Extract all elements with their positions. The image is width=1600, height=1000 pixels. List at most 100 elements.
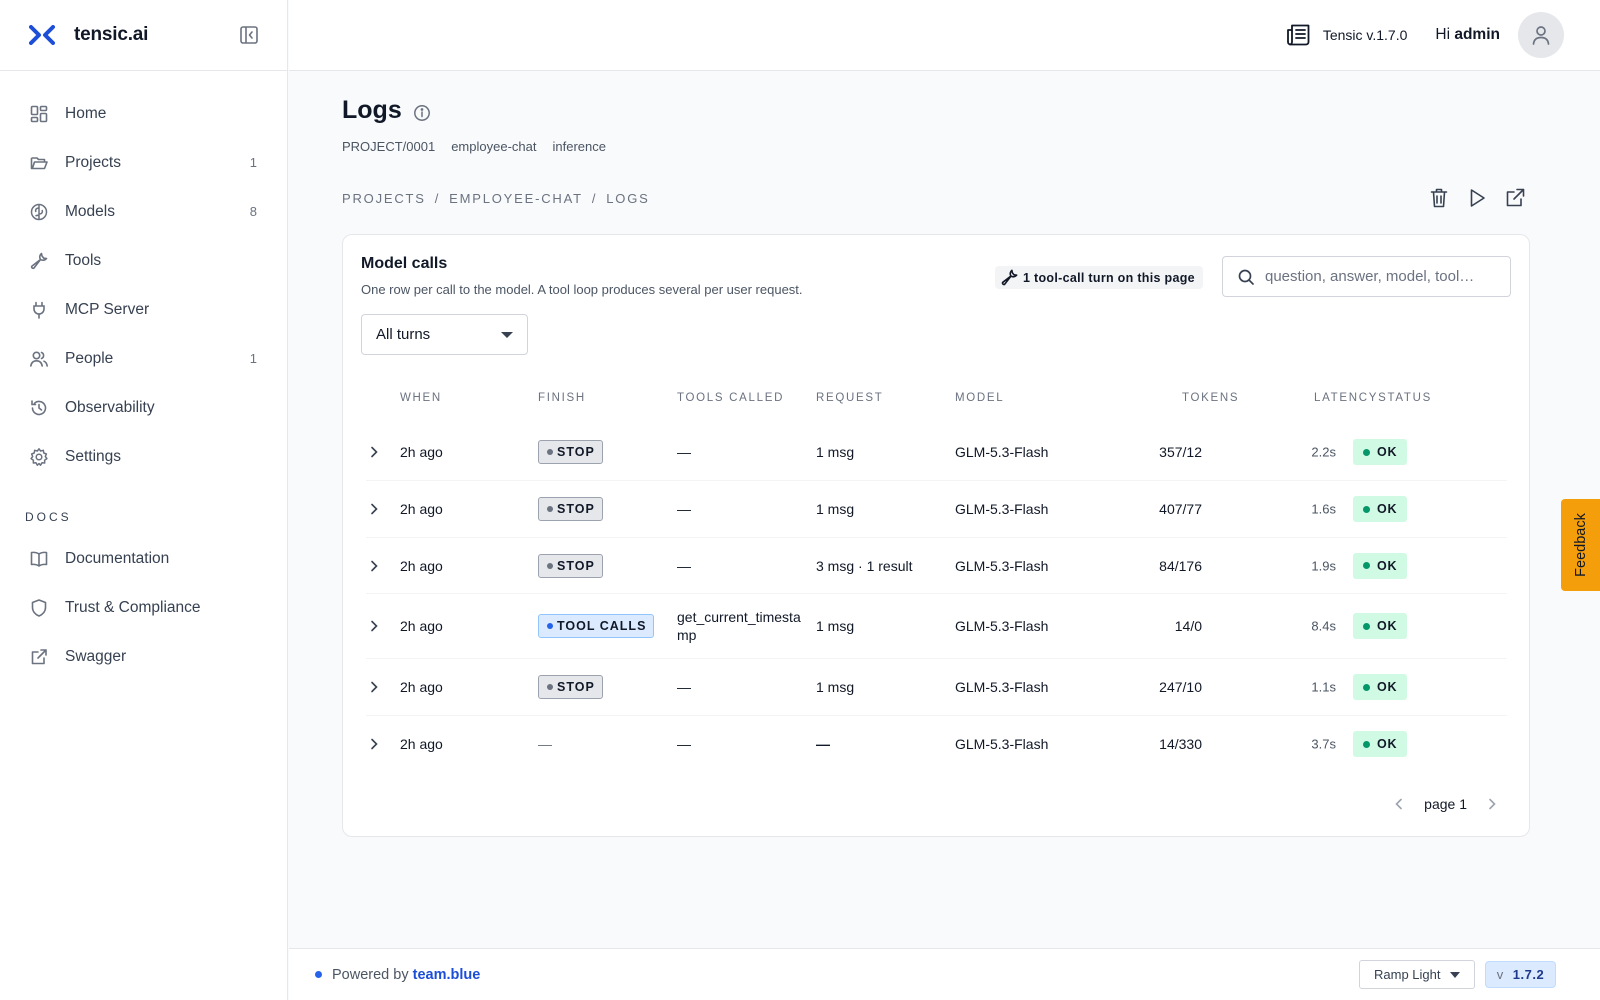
model-calls-card: Model calls One row per call to the mode…: [342, 234, 1530, 837]
sidebar-item-people[interactable]: People 1: [0, 334, 287, 383]
cell-tokens: 407/77: [1159, 501, 1202, 517]
sidebar-item-swagger[interactable]: Swagger: [0, 632, 287, 681]
status-dot: [1363, 562, 1370, 569]
search-input[interactable]: [1265, 268, 1495, 285]
version-info[interactable]: Tensic v.1.7.0: [1285, 21, 1407, 49]
status-dot: [1363, 448, 1370, 456]
chevron-right-icon[interactable]: [366, 558, 382, 574]
delete-button[interactable]: [1428, 187, 1450, 209]
trash-icon: [1430, 188, 1448, 208]
sidebar-item-models[interactable]: Models 8: [0, 187, 287, 236]
sidebar-item-label: Settings: [65, 447, 122, 465]
sidebar-item-documentation[interactable]: Documentation: [0, 534, 287, 583]
column-tools-called[interactable]: TOOLS CALLED: [677, 392, 784, 404]
table-row[interactable]: 2h ago STOP — 1 msg GLM-5.3-Flash 357/12…: [366, 424, 1507, 481]
sidebar-item-projects[interactable]: Projects 1: [0, 138, 287, 187]
team-blue-link[interactable]: team.blue: [413, 967, 481, 983]
chevron-right-icon[interactable]: [366, 679, 382, 695]
finish-badge: STOP: [538, 497, 603, 521]
open-external-button[interactable]: [1504, 187, 1526, 209]
sidebar-item-home[interactable]: Home: [0, 89, 287, 138]
wrench-icon: [1000, 268, 1019, 287]
cell-latency: 1.6s: [1311, 501, 1336, 517]
table-row[interactable]: 2h ago — — — GLM-5.3-Flash 14/330 3.7s O…: [366, 716, 1507, 772]
cell-tools-called: —: [677, 736, 691, 752]
table-row[interactable]: 2h ago STOP — 1 msg GLM-5.3-Flash 247/10…: [366, 659, 1507, 716]
collapse-sidebar-icon[interactable]: [237, 23, 261, 47]
user-name: admin: [1454, 26, 1500, 43]
cell-latency: 1.9s: [1311, 558, 1336, 573]
breadcrumb-separator: /: [434, 190, 441, 206]
table-row[interactable]: 2h ago STOP — 1 msg GLM-5.3-Flash 407/77…: [366, 481, 1507, 538]
finish-badge: TOOL CALLS: [538, 614, 655, 638]
title-row: Logs: [342, 96, 1530, 125]
table-row[interactable]: 2h ago STOP — 3 msg · 1 result GLM-5.3-F…: [366, 538, 1507, 594]
card-title: Model calls: [361, 255, 448, 272]
feedback-button[interactable]: Feedback: [1561, 499, 1600, 591]
sidebar-item-trust-compliance[interactable]: Trust & Compliance: [0, 583, 287, 632]
status-label: OK: [1377, 619, 1398, 633]
cell-when: 2h ago: [400, 736, 443, 752]
chevron-right-icon[interactable]: [366, 736, 382, 752]
column-model[interactable]: MODEL: [955, 392, 1004, 404]
sidebar-item-settings[interactable]: Settings: [0, 432, 287, 481]
sidebar: tensic.ai Home Projects 1 Models 8 Tools: [0, 0, 288, 1000]
sidebar-item-label: Swagger: [65, 647, 127, 665]
cell-tokens: 357/12: [1159, 444, 1202, 460]
column-when[interactable]: WHEN: [400, 392, 442, 404]
badge-dot: [547, 623, 553, 629]
cell-when: 2h ago: [400, 618, 443, 634]
version-badge: v 1.7.2: [1485, 961, 1556, 988]
dashboard-icon: [28, 103, 50, 125]
info-icon[interactable]: [413, 104, 431, 122]
next-page-icon[interactable]: [1485, 797, 1499, 811]
search-icon: [1237, 268, 1255, 286]
table-header: WHEN FINISH TOOLS CALLED REQUEST MODEL T…: [343, 392, 1529, 412]
table-row[interactable]: 2h ago TOOL CALLS get_current_timestamp …: [366, 594, 1507, 659]
user-greeting: Hi admin: [1435, 26, 1500, 44]
breadcrumb-projects[interactable]: PROJECTS: [342, 191, 426, 206]
card-subtitle: One row per call to the model. A tool lo…: [361, 282, 803, 297]
sidebar-item-count: 1: [249, 155, 257, 170]
sidebar-item-observability[interactable]: Observability: [0, 383, 287, 432]
feedback-label: Feedback: [1572, 513, 1589, 577]
turn-filter-select[interactable]: All turns: [361, 314, 528, 355]
sidebar-item-mcp-server[interactable]: MCP Server: [0, 285, 287, 334]
column-request[interactable]: REQUEST: [816, 392, 884, 404]
folder-icon: [28, 152, 50, 174]
column-tokens[interactable]: TOKENS: [1182, 392, 1239, 404]
finish-label: STOP: [557, 502, 595, 516]
chevron-right-icon[interactable]: [366, 618, 382, 634]
cell-latency: 2.2s: [1311, 444, 1336, 460]
status-label: OK: [1377, 502, 1398, 516]
page-title: Logs: [342, 96, 402, 124]
chevron-right-icon[interactable]: [366, 444, 382, 460]
sidebar-item-label: Models: [65, 202, 115, 220]
sidebar-item-tools[interactable]: Tools: [0, 236, 287, 285]
theme-select[interactable]: Ramp Light: [1359, 960, 1475, 989]
main-nav: Home Projects 1 Models 8 Tools MCP Serve…: [0, 71, 287, 681]
footer: Powered by team.blue Ramp Light v 1.7.2: [289, 948, 1600, 1000]
cell-tools-called: —: [677, 444, 691, 460]
status-badge: OK: [1353, 674, 1408, 700]
cell-finish: —: [538, 736, 552, 752]
column-latency-status[interactable]: LATENCYSTATUS: [1314, 392, 1432, 404]
chevron-right-icon[interactable]: [366, 501, 382, 517]
status-label: OK: [1377, 737, 1398, 751]
run-button[interactable]: [1466, 187, 1488, 209]
project-slug: employee-chat: [451, 139, 537, 154]
sidebar-item-label: Projects: [65, 153, 121, 171]
avatar[interactable]: [1518, 12, 1564, 58]
sidebar-item-label: Trust & Compliance: [65, 598, 201, 616]
status-badge: OK: [1353, 552, 1408, 579]
tensic-logo-icon[interactable]: [28, 21, 56, 49]
status-dot: [1363, 622, 1370, 630]
cell-model: GLM-5.3-Flash: [955, 444, 1049, 460]
breadcrumb-employee-chat[interactable]: EMPLOYEE-CHAT: [449, 191, 583, 206]
wrench-icon: [28, 250, 50, 272]
cell-request: 1 msg: [816, 501, 855, 517]
project-id: PROJECT/0001: [342, 139, 436, 154]
prev-page-icon[interactable]: [1392, 797, 1406, 811]
plug-icon: [28, 299, 50, 321]
column-finish[interactable]: FINISH: [538, 392, 586, 404]
